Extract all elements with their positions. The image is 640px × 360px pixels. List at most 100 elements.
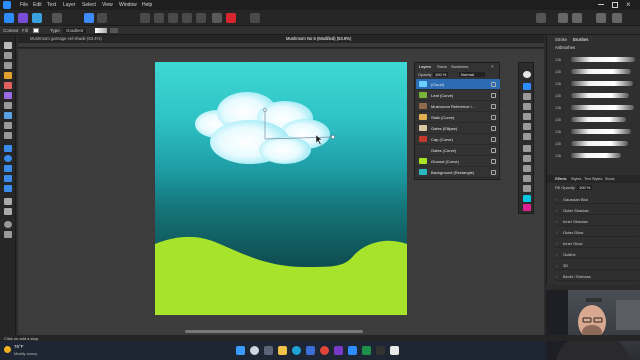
tab-stock[interactable]: Stock [437, 64, 447, 69]
persona-designer-icon[interactable] [4, 13, 14, 23]
zoom-view-icon[interactable] [572, 13, 582, 23]
group-layer-icon[interactable] [523, 165, 531, 172]
chrome-icon[interactable] [320, 346, 329, 355]
navigator-studio-icon[interactable] [523, 133, 531, 140]
visibility-checkbox[interactable] [491, 104, 496, 109]
pen-tool-icon[interactable] [4, 72, 12, 79]
text-tool-icon[interactable] [4, 198, 12, 205]
artboard[interactable] [155, 62, 407, 315]
effect-item[interactable]: › Inner Shadow [555, 217, 639, 226]
stroke-color-icon[interactable] [226, 13, 236, 23]
effect-item[interactable]: › Outer Glow [555, 228, 639, 237]
brush-preset[interactable]: 128 [555, 55, 639, 65]
visibility-checkbox[interactable] [491, 159, 496, 164]
background-color-swatch[interactable] [523, 204, 531, 211]
history-studio-icon[interactable] [523, 123, 531, 130]
tab-effects[interactable]: Effects [555, 177, 567, 181]
expand-chevron-icon[interactable]: › [556, 230, 557, 235]
blend-mode-dropdown[interactable]: Normal [459, 72, 485, 77]
corner-tool-icon[interactable] [4, 62, 12, 69]
effect-item[interactable]: › Outline [555, 250, 639, 259]
visibility-checkbox[interactable] [491, 137, 496, 142]
menu-edit[interactable]: Edit [33, 2, 42, 8]
insert-icon[interactable] [196, 13, 206, 23]
frame-text-tool-icon[interactable] [4, 208, 12, 215]
rounded-rect-tool-icon[interactable] [4, 165, 12, 172]
assistant-icon[interactable] [97, 13, 107, 23]
brush-preset[interactable]: 128 [555, 79, 639, 89]
store-icon[interactable] [306, 346, 315, 355]
menu-window[interactable]: Window [119, 2, 137, 8]
layer-row[interactable]: Leaf (Curve) [416, 90, 500, 101]
effects-studio-icon[interactable] [523, 103, 531, 110]
snap-toggle-icon[interactable] [536, 13, 546, 23]
menu-file[interactable]: File [20, 2, 28, 8]
tab-stock[interactable]: Stock [605, 177, 615, 181]
move-tool-icon[interactable] [4, 42, 12, 49]
layers-studio-icon[interactable] [523, 83, 531, 90]
add-layer-icon[interactable] [523, 155, 531, 162]
visibility-checkbox[interactable] [491, 82, 496, 87]
weather-icon[interactable] [4, 346, 11, 353]
transform-studio-icon[interactable] [523, 113, 531, 120]
effect-item[interactable]: › Outer Shadow [555, 206, 639, 215]
persona-export-icon[interactable] [32, 13, 42, 23]
adjustment-layer-icon[interactable] [523, 185, 531, 192]
search-icon[interactable] [250, 346, 259, 355]
visibility-checkbox[interactable] [491, 93, 496, 98]
mask-layer-icon[interactable] [523, 175, 531, 182]
menu-help[interactable]: Help [142, 2, 152, 8]
star-tool-icon[interactable] [4, 185, 12, 192]
app-logo-icon[interactable] [3, 1, 11, 9]
menu-view[interactable]: View [102, 2, 113, 8]
maximize-icon[interactable] [612, 2, 618, 8]
document-menu-icon[interactable] [52, 13, 62, 23]
layer-row[interactable]: Gates (Curve) [416, 145, 500, 156]
tab-stroke[interactable]: Stroke [555, 37, 567, 42]
fill-swatch[interactable] [33, 28, 39, 33]
expand-chevron-icon[interactable]: › [556, 241, 557, 246]
brush-preset[interactable]: 128 [555, 139, 639, 149]
effect-item[interactable]: › Bevel / Emboss [555, 272, 639, 281]
layer-row[interactable]: Mushroom Reference i... [416, 101, 500, 112]
view-mode-icon[interactable] [558, 13, 568, 23]
brush-preset[interactable]: 128 [555, 91, 639, 101]
expand-chevron-icon[interactable]: › [556, 274, 557, 279]
terminal-icon[interactable] [376, 346, 385, 355]
rectangle-tool-icon[interactable] [4, 145, 12, 152]
tab-styles[interactable]: Styles [571, 177, 581, 181]
node-tool-icon[interactable] [4, 52, 12, 59]
layer-row[interactable]: (Cloud) [416, 79, 500, 90]
excel-icon[interactable] [362, 346, 371, 355]
transparency-tool-icon[interactable] [4, 122, 12, 129]
horizontal-scrollbar[interactable] [185, 330, 363, 333]
brush-category-dropdown[interactable]: Airbrushes [555, 45, 575, 50]
opacity-field[interactable]: 100 % [433, 72, 449, 77]
help-icon[interactable] [612, 13, 622, 23]
color-wheel-icon[interactable] [523, 71, 531, 78]
view-tool-icon[interactable] [4, 231, 12, 238]
brush-preset[interactable]: 128 [555, 67, 639, 77]
affinity-designer-icon[interactable] [348, 346, 357, 355]
color-fill-icon[interactable] [212, 13, 222, 23]
align-icon[interactable] [154, 13, 164, 23]
effect-item[interactable]: › Inner Glow [555, 239, 639, 248]
fill-opacity-field[interactable]: 100 % [577, 185, 593, 190]
expand-chevron-icon[interactable]: › [556, 197, 557, 202]
persona-pixel-icon[interactable] [18, 13, 28, 23]
brush-preset[interactable]: 128 [555, 103, 639, 113]
brush-tool-icon[interactable] [4, 92, 12, 99]
minimize-icon[interactable] [598, 4, 604, 5]
booleans-icon[interactable] [250, 13, 260, 23]
triangle-tool-icon[interactable] [4, 175, 12, 182]
close-icon[interactable]: × [626, 0, 631, 9]
zoom-tool-icon[interactable] [4, 221, 12, 228]
tab-layers[interactable]: Layers [419, 64, 431, 69]
crop-tool-icon[interactable] [4, 132, 12, 139]
brush-preset[interactable]: 128 [555, 151, 639, 161]
file-explorer-icon[interactable] [278, 346, 287, 355]
start-icon[interactable] [236, 346, 245, 355]
layer-row[interactable]: Stalk (Curve) [416, 112, 500, 123]
expand-chevron-icon[interactable]: › [556, 219, 557, 224]
visibility-checkbox[interactable] [491, 115, 496, 120]
